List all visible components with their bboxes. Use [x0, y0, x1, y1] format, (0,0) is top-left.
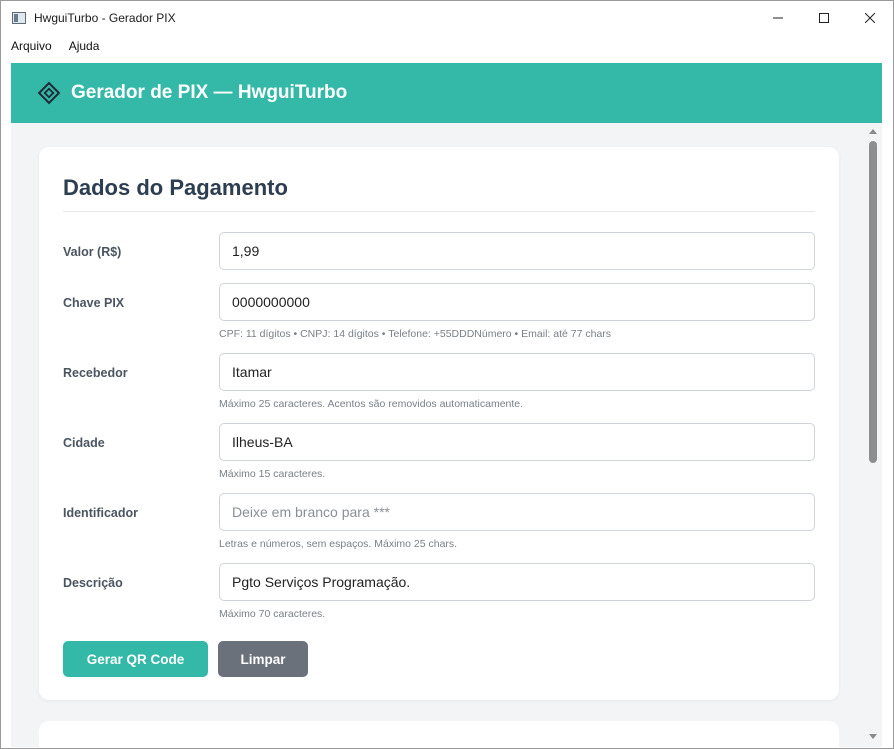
minimize-icon: [773, 17, 783, 19]
field-label-chave: Chave PIX: [63, 296, 125, 310]
scroll-thumb[interactable]: [869, 141, 877, 463]
field-label-descricao: Descrição: [63, 576, 123, 590]
field-label-cidade: Cidade: [63, 436, 105, 450]
scroll-up-arrow-icon[interactable]: [869, 129, 877, 134]
scroll-down-arrow-icon[interactable]: [869, 734, 877, 739]
menu-arquivo[interactable]: Arquivo: [1, 39, 59, 53]
pix-diamond-icon: [37, 81, 61, 105]
menu-bar: Arquivo Ajuda: [1, 35, 893, 57]
maximize-button[interactable]: [801, 1, 847, 35]
window-title: HwguiTurbo - Gerador PIX: [34, 11, 176, 25]
field-hint-chave: CPF: 11 dígitos • CNPJ: 14 dígitos • Tel…: [219, 328, 612, 340]
maximize-icon: [819, 13, 829, 23]
form-title: Dados do Pagamento: [63, 175, 288, 200]
app-window: HwguiTurbo - Gerador PIX Arquivo Ajuda G…: [0, 0, 894, 749]
clear-button[interactable]: Limpar: [218, 641, 308, 677]
field-hint-identificador: Letras e números, sem espaços. Máximo 25…: [219, 538, 458, 550]
menu-ajuda[interactable]: Ajuda: [59, 39, 107, 53]
minimize-button[interactable]: [755, 1, 801, 35]
window-controls: [755, 1, 893, 35]
generate-qr-button[interactable]: Gerar QR Code: [63, 641, 208, 677]
header-title: Gerador de PIX — HwguiTurbo: [71, 82, 348, 103]
payment-form-card: Dados do Pagamento Valor (R$) 1,99 Chave…: [39, 147, 839, 700]
recebedor-input[interactable]: Itamar: [219, 353, 815, 391]
title-divider: [63, 211, 815, 212]
field-hint-cidade: Máximo 15 caracteres.: [219, 468, 326, 480]
identificador-input[interactable]: Deixe em branco para ***: [219, 493, 815, 531]
vertical-scrollbar[interactable]: [865, 123, 882, 747]
close-icon: [865, 13, 875, 23]
field-hint-descricao: Máximo 70 caracteres.: [219, 608, 326, 620]
app-header: Gerador de PIX — HwguiTurbo: [11, 63, 882, 123]
field-label-identificador: Identificador: [63, 506, 139, 520]
valor-input[interactable]: 1,99: [219, 232, 815, 270]
field-hint-recebedor: Máximo 25 caracteres. Acentos são removi…: [219, 398, 524, 410]
field-label-valor: Valor (R$): [63, 245, 122, 259]
field-label-recebedor: Recebedor: [63, 366, 128, 380]
descricao-input[interactable]: Pgto Serviços Programação.: [219, 563, 815, 601]
content-viewport: Gerador de PIX — HwguiTurbo Dados do Pag…: [11, 63, 882, 747]
title-bar[interactable]: HwguiTurbo - Gerador PIX: [1, 1, 893, 35]
result-card: [39, 721, 839, 747]
close-button[interactable]: [847, 1, 893, 35]
chave-pix-input[interactable]: 0000000000: [219, 283, 815, 321]
app-window-icon: [12, 12, 26, 24]
cidade-input[interactable]: Ilheus-BA: [219, 423, 815, 461]
